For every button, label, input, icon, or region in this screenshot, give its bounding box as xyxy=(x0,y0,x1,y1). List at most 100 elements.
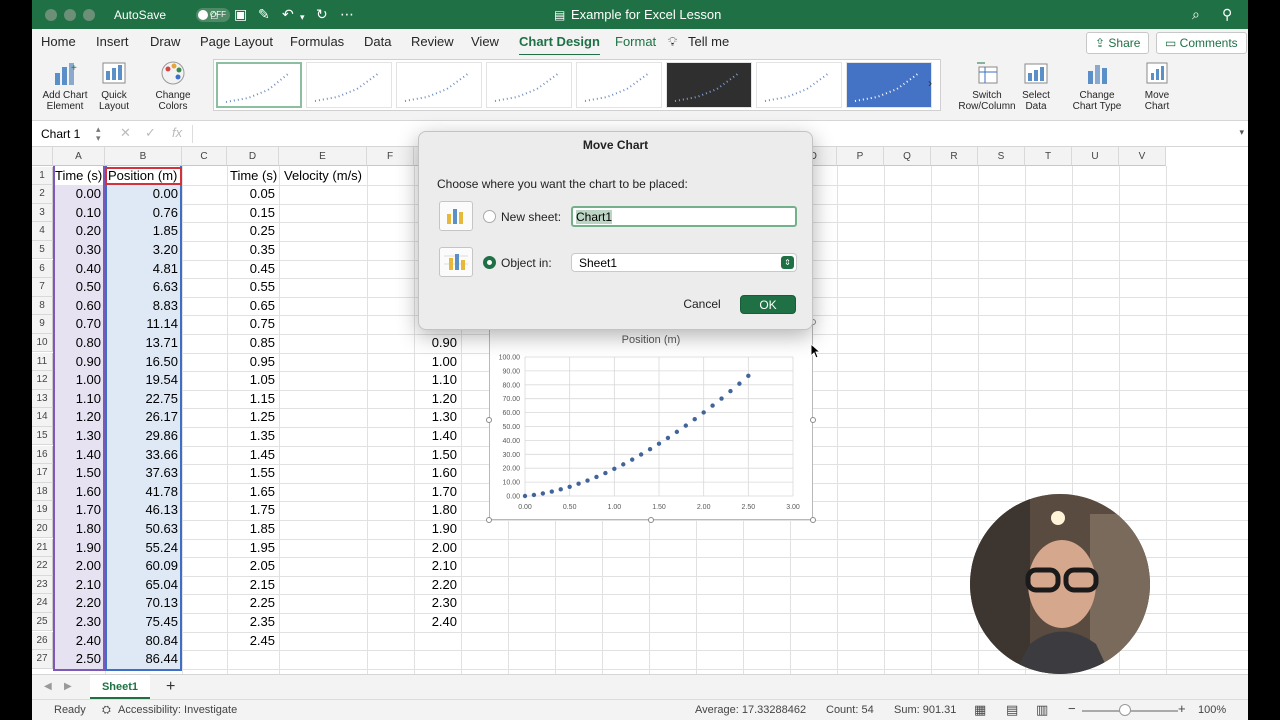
row-header-8[interactable]: 8 xyxy=(32,296,53,316)
accessibility-status[interactable]: Accessibility: Investigate xyxy=(118,704,237,716)
account-icon[interactable]: ⚲ xyxy=(1222,6,1232,22)
row-header-5[interactable]: 5 xyxy=(32,240,53,260)
resize-handle-right[interactable] xyxy=(810,417,816,423)
gallery-next-icon[interactable]: › xyxy=(928,76,932,90)
data-point[interactable] xyxy=(567,484,572,489)
tab-chart-design[interactable]: Chart Design xyxy=(519,34,600,56)
row-header-24[interactable]: 24 xyxy=(32,594,53,613)
cell-d13[interactable]: 1.15 xyxy=(227,390,279,408)
chart-title[interactable]: Position (m) xyxy=(622,334,681,346)
zoom-slider-thumb[interactable] xyxy=(1119,704,1131,716)
data-point[interactable] xyxy=(612,466,617,472)
data-point[interactable] xyxy=(531,492,537,498)
data-point[interactable] xyxy=(603,470,608,476)
cell-g18[interactable]: 1.70 xyxy=(414,483,461,501)
cell-g22[interactable]: 2.10 xyxy=(414,557,461,575)
chart-style-8[interactable] xyxy=(846,62,932,108)
edit-icon[interactable]: ✎ xyxy=(258,6,270,22)
row-header-21[interactable]: 21 xyxy=(32,538,53,558)
column-header-c[interactable]: C xyxy=(182,147,227,166)
data-point[interactable] xyxy=(522,493,528,499)
cell-d11[interactable]: 0.95 xyxy=(227,353,279,371)
row-header-1[interactable]: 1 xyxy=(32,166,53,186)
column-header-q[interactable]: Q xyxy=(884,147,931,166)
cell-g25[interactable]: 2.40 xyxy=(414,613,461,631)
column-header-r[interactable]: R xyxy=(931,147,978,166)
comments-button[interactable]: ▭ Comments xyxy=(1156,32,1247,54)
insert-function-icon[interactable]: fx xyxy=(172,125,182,140)
cell-d10[interactable]: 0.85 xyxy=(227,334,279,352)
select-all-corner[interactable] xyxy=(32,147,53,166)
quick-layout-button[interactable]: Quick Layout xyxy=(94,59,134,112)
data-point[interactable] xyxy=(746,373,751,379)
column-header-p[interactable]: P xyxy=(837,147,884,166)
cell-d6[interactable]: 0.45 xyxy=(227,260,279,278)
add-chart-element-button[interactable]: + Add Chart Element xyxy=(38,59,92,112)
save-icon[interactable]: ▣ xyxy=(234,6,247,22)
cell-g15[interactable]: 1.40 xyxy=(414,427,461,445)
row-header-22[interactable]: 22 xyxy=(32,557,53,576)
tab-view[interactable]: View xyxy=(471,34,499,49)
data-point[interactable] xyxy=(540,491,546,496)
search-icon[interactable]: ⌕ xyxy=(1192,6,1200,22)
resize-handle-br[interactable] xyxy=(810,517,816,523)
cell-g24[interactable]: 2.30 xyxy=(414,594,461,612)
cell-d20[interactable]: 1.85 xyxy=(227,520,279,538)
cell-d25[interactable]: 2.35 xyxy=(227,613,279,631)
tell-me-search[interactable]: Tell me xyxy=(688,34,729,49)
data-point[interactable] xyxy=(585,478,590,483)
row-header-2[interactable]: 2 xyxy=(32,185,53,204)
column-header-v[interactable]: V xyxy=(1119,147,1166,166)
redo-icon[interactable]: ↻ xyxy=(316,6,328,22)
row-header-20[interactable]: 20 xyxy=(32,519,53,539)
resize-handle-left[interactable] xyxy=(486,417,492,423)
tab-page-layout[interactable]: Page Layout xyxy=(200,34,273,49)
cell-g13[interactable]: 1.20 xyxy=(414,390,461,408)
cell-d23[interactable]: 2.15 xyxy=(227,576,279,594)
chart-style-3[interactable] xyxy=(396,62,482,108)
row-header-4[interactable]: 4 xyxy=(32,222,53,241)
cell-d2[interactable]: 0.05 xyxy=(227,185,279,203)
data-point[interactable] xyxy=(665,435,671,441)
tab-review[interactable]: Review xyxy=(411,34,454,49)
cell-d21[interactable]: 1.95 xyxy=(227,539,279,557)
data-point[interactable] xyxy=(638,452,644,457)
undo-icon[interactable]: ↶ xyxy=(282,6,294,22)
data-point[interactable] xyxy=(630,457,635,462)
chart-style-1[interactable] xyxy=(216,62,302,108)
cell-g20[interactable]: 1.90 xyxy=(414,520,461,538)
tab-formulas[interactable]: Formulas xyxy=(290,34,344,49)
row-header-26[interactable]: 26 xyxy=(32,631,53,651)
tab-insert[interactable]: Insert xyxy=(96,34,129,49)
undo-dropdown-icon[interactable]: ▾ xyxy=(300,9,305,25)
header-d1[interactable]: Time (s) xyxy=(229,167,281,185)
cell-d14[interactable]: 1.25 xyxy=(227,408,279,426)
data-point[interactable] xyxy=(647,447,653,452)
row-header-23[interactable]: 23 xyxy=(32,575,53,595)
cancel-button[interactable]: Cancel xyxy=(681,295,723,314)
column-header-u[interactable]: U xyxy=(1072,147,1119,166)
expand-formula-icon[interactable]: ▾ xyxy=(1239,127,1244,138)
page-layout-view-icon[interactable]: ▤ xyxy=(1006,702,1018,718)
share-button[interactable]: ⇪ Share xyxy=(1086,32,1150,54)
scatter-chart[interactable]: Position (m) 0.00 10.00 20.00 30.00 40.00 50.… xyxy=(486,319,816,523)
data-point[interactable] xyxy=(728,388,733,394)
cell-d16[interactable]: 1.45 xyxy=(227,446,279,464)
select-data-button[interactable]: Select Data xyxy=(1016,59,1056,112)
header-e1[interactable]: Velocity (m/s) xyxy=(283,167,403,185)
cell-g23[interactable]: 2.20 xyxy=(414,576,461,594)
row-header-9[interactable]: 9 xyxy=(32,315,53,334)
cell-g21[interactable]: 2.00 xyxy=(414,539,461,557)
move-chart-button[interactable]: Move Chart xyxy=(1138,59,1176,112)
change-colors-button[interactable]: Change Colors xyxy=(152,59,194,112)
more-icon[interactable]: ⋯ xyxy=(340,6,354,22)
prev-sheet-icon[interactable]: ◀ xyxy=(44,681,52,692)
data-series[interactable] xyxy=(522,373,751,499)
data-point[interactable] xyxy=(549,489,554,494)
row-header-25[interactable]: 25 xyxy=(32,612,53,632)
tab-format[interactable]: Format xyxy=(615,34,656,49)
chart-style-7[interactable] xyxy=(756,62,842,108)
chart-style-5[interactable] xyxy=(576,62,662,108)
zoom-out-icon[interactable]: − xyxy=(1068,701,1076,716)
row-header-15[interactable]: 15 xyxy=(32,426,53,446)
